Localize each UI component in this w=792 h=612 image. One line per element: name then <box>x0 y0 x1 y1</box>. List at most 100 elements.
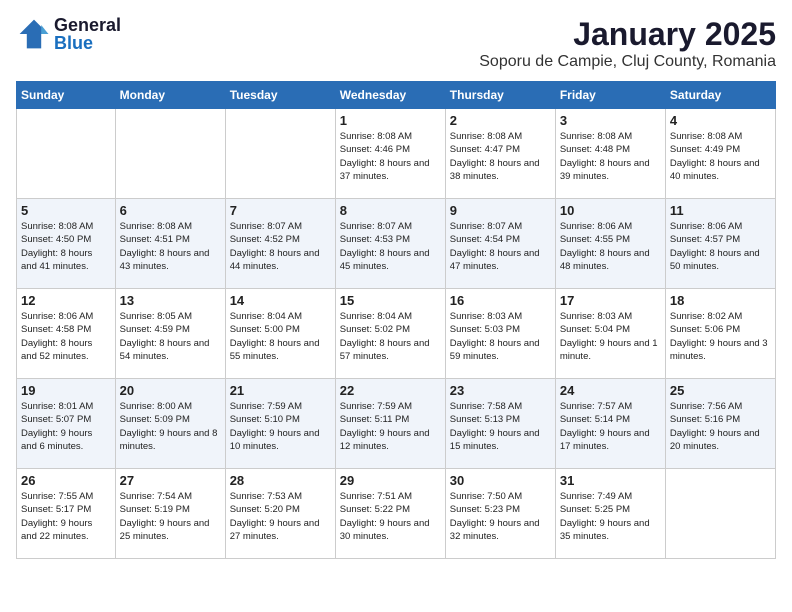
weekday-header-friday: Friday <box>555 82 665 109</box>
day-number: 1 <box>340 113 441 128</box>
day-info: Sunrise: 8:01 AM Sunset: 5:07 PM Dayligh… <box>21 400 111 453</box>
calendar-cell: 3 Sunrise: 8:08 AM Sunset: 4:48 PM Daylig… <box>555 109 665 199</box>
page-header: General Blue January 2025 Soporu de Camp… <box>16 16 776 71</box>
weekday-header-sunday: Sunday <box>17 82 116 109</box>
day-info: Sunrise: 7:53 AM Sunset: 5:20 PM Dayligh… <box>230 490 331 543</box>
day-number: 31 <box>560 473 661 488</box>
calendar-cell: 4 Sunrise: 8:08 AM Sunset: 4:49 PM Daylig… <box>665 109 775 199</box>
calendar-cell: 25 Sunrise: 7:56 AM Sunset: 5:16 PM Dayli… <box>665 379 775 469</box>
day-number: 7 <box>230 203 331 218</box>
day-info: Sunrise: 8:03 AM Sunset: 5:03 PM Dayligh… <box>450 310 551 363</box>
calendar-cell: 19 Sunrise: 8:01 AM Sunset: 5:07 PM Dayli… <box>17 379 116 469</box>
day-info: Sunrise: 7:55 AM Sunset: 5:17 PM Dayligh… <box>21 490 111 543</box>
calendar-cell: 18Sunrise: 8:02 AM Sunset: 5:06 PM Dayli… <box>665 289 775 379</box>
weekday-header-thursday: Thursday <box>445 82 555 109</box>
page-subtitle: Soporu de Campie, Cluj County, Romania <box>479 53 776 71</box>
day-number: 23 <box>450 383 551 398</box>
day-info: Sunrise: 7:59 AM Sunset: 5:11 PM Dayligh… <box>340 400 441 453</box>
day-info: Sunrise: 8:08 AM Sunset: 4:46 PM Dayligh… <box>340 130 441 183</box>
day-info: Sunrise: 7:57 AM Sunset: 5:14 PM Dayligh… <box>560 400 661 453</box>
calendar-cell <box>225 109 335 199</box>
logo-general-text: General <box>54 16 121 34</box>
calendar-table: SundayMondayTuesdayWednesdayThursdayFrid… <box>16 81 776 559</box>
calendar-cell: 10 Sunrise: 8:06 AM Sunset: 4:55 PM Dayli… <box>555 199 665 289</box>
calendar-cell: 31 Sunrise: 7:49 AM Sunset: 5:25 PM Dayli… <box>555 469 665 559</box>
calendar-week-row: 26 Sunrise: 7:55 AM Sunset: 5:17 PM Dayli… <box>17 469 776 559</box>
calendar-cell <box>665 469 775 559</box>
calendar-cell: 13Sunrise: 8:05 AM Sunset: 4:59 PM Dayli… <box>115 289 225 379</box>
weekday-header-row: SundayMondayTuesdayWednesdayThursdayFrid… <box>17 82 776 109</box>
day-number: 25 <box>670 383 771 398</box>
calendar-cell: 20 Sunrise: 8:00 AM Sunset: 5:09 PM Dayli… <box>115 379 225 469</box>
day-info: Sunrise: 8:08 AM Sunset: 4:49 PM Dayligh… <box>670 130 771 183</box>
day-number: 14 <box>230 293 331 308</box>
calendar-cell: 8Sunrise: 8:07 AM Sunset: 4:53 PM Daylig… <box>335 199 445 289</box>
day-number: 13 <box>120 293 221 308</box>
calendar-cell <box>115 109 225 199</box>
calendar-cell: 27Sunrise: 7:54 AM Sunset: 5:19 PM Dayli… <box>115 469 225 559</box>
day-number: 20 <box>120 383 221 398</box>
day-number: 26 <box>21 473 111 488</box>
day-info: Sunrise: 8:06 AM Sunset: 4:55 PM Dayligh… <box>560 220 661 273</box>
calendar-cell <box>17 109 116 199</box>
day-number: 21 <box>230 383 331 398</box>
day-number: 8 <box>340 203 441 218</box>
calendar-week-row: 5 Sunrise: 8:08 AM Sunset: 4:50 PM Daylig… <box>17 199 776 289</box>
weekday-header-wednesday: Wednesday <box>335 82 445 109</box>
day-number: 28 <box>230 473 331 488</box>
day-number: 19 <box>21 383 111 398</box>
day-number: 4 <box>670 113 771 128</box>
day-info: Sunrise: 8:04 AM Sunset: 5:00 PM Dayligh… <box>230 310 331 363</box>
calendar-week-row: 1 Sunrise: 8:08 AM Sunset: 4:46 PM Daylig… <box>17 109 776 199</box>
logo-blue-text: Blue <box>54 34 121 52</box>
calendar-cell: 23Sunrise: 7:58 AM Sunset: 5:13 PM Dayli… <box>445 379 555 469</box>
calendar-cell: 15 Sunrise: 8:04 AM Sunset: 5:02 PM Dayli… <box>335 289 445 379</box>
calendar-cell: 26 Sunrise: 7:55 AM Sunset: 5:17 PM Dayli… <box>17 469 116 559</box>
day-info: Sunrise: 7:59 AM Sunset: 5:10 PM Dayligh… <box>230 400 331 453</box>
day-number: 10 <box>560 203 661 218</box>
calendar-cell: 1 Sunrise: 8:08 AM Sunset: 4:46 PM Daylig… <box>335 109 445 199</box>
day-info: Sunrise: 8:08 AM Sunset: 4:48 PM Dayligh… <box>560 130 661 183</box>
day-number: 11 <box>670 203 771 218</box>
day-info: Sunrise: 8:08 AM Sunset: 4:50 PM Dayligh… <box>21 220 111 273</box>
calendar-week-row: 19 Sunrise: 8:01 AM Sunset: 5:07 PM Dayli… <box>17 379 776 469</box>
day-number: 17 <box>560 293 661 308</box>
day-info: Sunrise: 8:07 AM Sunset: 4:54 PM Dayligh… <box>450 220 551 273</box>
day-number: 22 <box>340 383 441 398</box>
day-info: Sunrise: 8:06 AM Sunset: 4:58 PM Dayligh… <box>21 310 111 363</box>
day-info: Sunrise: 8:04 AM Sunset: 5:02 PM Dayligh… <box>340 310 441 363</box>
calendar-cell: 6 Sunrise: 8:08 AM Sunset: 4:51 PM Daylig… <box>115 199 225 289</box>
calendar-cell: 24Sunrise: 7:57 AM Sunset: 5:14 PM Dayli… <box>555 379 665 469</box>
weekday-header-saturday: Saturday <box>665 82 775 109</box>
calendar-cell: 14 Sunrise: 8:04 AM Sunset: 5:00 PM Dayli… <box>225 289 335 379</box>
day-number: 2 <box>450 113 551 128</box>
calendar-week-row: 12 Sunrise: 8:06 AM Sunset: 4:58 PM Dayli… <box>17 289 776 379</box>
calendar-cell: 12 Sunrise: 8:06 AM Sunset: 4:58 PM Dayli… <box>17 289 116 379</box>
calendar-cell: 9 Sunrise: 8:07 AM Sunset: 4:54 PM Daylig… <box>445 199 555 289</box>
day-number: 5 <box>21 203 111 218</box>
day-info: Sunrise: 8:08 AM Sunset: 4:51 PM Dayligh… <box>120 220 221 273</box>
page-title: January 2025 <box>479 16 776 53</box>
day-info: Sunrise: 7:54 AM Sunset: 5:19 PM Dayligh… <box>120 490 221 543</box>
day-number: 15 <box>340 293 441 308</box>
logo: General Blue <box>16 16 121 52</box>
day-number: 3 <box>560 113 661 128</box>
day-info: Sunrise: 8:02 AM Sunset: 5:06 PM Dayligh… <box>670 310 771 363</box>
day-info: Sunrise: 8:07 AM Sunset: 4:52 PM Dayligh… <box>230 220 331 273</box>
day-info: Sunrise: 8:00 AM Sunset: 5:09 PM Dayligh… <box>120 400 221 453</box>
day-info: Sunrise: 7:51 AM Sunset: 5:22 PM Dayligh… <box>340 490 441 543</box>
day-number: 12 <box>21 293 111 308</box>
calendar-cell: 17Sunrise: 8:03 AM Sunset: 5:04 PM Dayli… <box>555 289 665 379</box>
calendar-cell: 7 Sunrise: 8:07 AM Sunset: 4:52 PM Daylig… <box>225 199 335 289</box>
calendar-cell: 30Sunrise: 7:50 AM Sunset: 5:23 PM Dayli… <box>445 469 555 559</box>
day-number: 6 <box>120 203 221 218</box>
calendar-cell: 22 Sunrise: 7:59 AM Sunset: 5:11 PM Dayli… <box>335 379 445 469</box>
day-number: 9 <box>450 203 551 218</box>
calendar-cell: 21 Sunrise: 7:59 AM Sunset: 5:10 PM Dayli… <box>225 379 335 469</box>
day-info: Sunrise: 7:50 AM Sunset: 5:23 PM Dayligh… <box>450 490 551 543</box>
calendar-cell: 28 Sunrise: 7:53 AM Sunset: 5:20 PM Dayli… <box>225 469 335 559</box>
day-number: 16 <box>450 293 551 308</box>
day-info: Sunrise: 7:56 AM Sunset: 5:16 PM Dayligh… <box>670 400 771 453</box>
day-info: Sunrise: 7:49 AM Sunset: 5:25 PM Dayligh… <box>560 490 661 543</box>
calendar-cell: 16 Sunrise: 8:03 AM Sunset: 5:03 PM Dayli… <box>445 289 555 379</box>
